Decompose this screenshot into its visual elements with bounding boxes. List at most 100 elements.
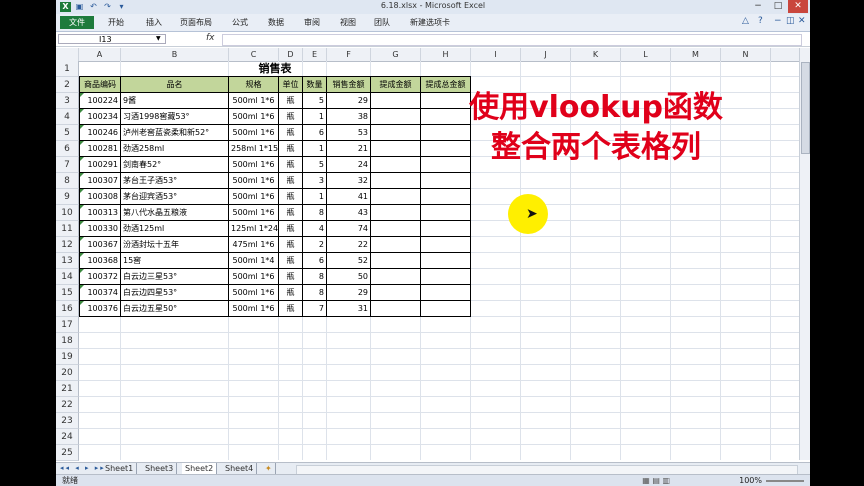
table-cell[interactable]: 瓶 bbox=[279, 141, 303, 157]
column-header-e[interactable]: E bbox=[303, 48, 327, 61]
table-cell[interactable]: 100234 bbox=[79, 109, 121, 125]
tab-view[interactable]: 视图 bbox=[340, 16, 356, 29]
table-cell[interactable] bbox=[371, 141, 421, 157]
table-cell[interactable]: 100330 bbox=[79, 221, 121, 237]
zoom-level[interactable]: 100% bbox=[739, 475, 762, 486]
table-title[interactable]: 销售表 bbox=[79, 61, 471, 77]
column-header-m[interactable]: M bbox=[671, 48, 721, 61]
table-cell[interactable]: 475ml 1*6 bbox=[229, 237, 279, 253]
table-cell[interactable]: 9酱 bbox=[121, 93, 229, 109]
column-header-i[interactable]: I bbox=[471, 48, 521, 61]
tab-formulas[interactable]: 公式 bbox=[232, 16, 248, 29]
row-header-9[interactable]: 9 bbox=[56, 189, 79, 205]
table-cell[interactable]: 100367 bbox=[79, 237, 121, 253]
row-header-10[interactable]: 10 bbox=[56, 205, 79, 221]
table-cell[interactable]: 茅台迎宾酒53° bbox=[121, 189, 229, 205]
table-header-cell[interactable]: 提成金额 bbox=[371, 77, 421, 93]
table-cell[interactable] bbox=[371, 205, 421, 221]
table-cell[interactable]: 100291 bbox=[79, 157, 121, 173]
row-header-12[interactable]: 12 bbox=[56, 237, 79, 253]
table-cell[interactable]: 22 bbox=[327, 237, 371, 253]
row-header-14[interactable]: 14 bbox=[56, 269, 79, 285]
table-cell[interactable]: 258ml 1*15 bbox=[229, 141, 279, 157]
table-header-cell[interactable]: 品名 bbox=[121, 77, 229, 93]
row-header-24[interactable]: 24 bbox=[56, 429, 79, 445]
table-cell[interactable] bbox=[371, 157, 421, 173]
row-header-22[interactable]: 22 bbox=[56, 397, 79, 413]
table-cell[interactable] bbox=[371, 93, 421, 109]
table-cell[interactable]: 500ml 1*6 bbox=[229, 285, 279, 301]
table-cell[interactable] bbox=[371, 125, 421, 141]
table-cell[interactable]: 100313 bbox=[79, 205, 121, 221]
table-cell[interactable]: 习酒1998窖藏53° bbox=[121, 109, 229, 125]
table-cell[interactable]: 瓶 bbox=[279, 237, 303, 253]
select-all-corner[interactable] bbox=[56, 48, 79, 61]
column-header-c[interactable]: C bbox=[229, 48, 279, 61]
table-cell[interactable] bbox=[421, 221, 471, 237]
table-cell[interactable]: 24 bbox=[327, 157, 371, 173]
minimize-icon[interactable]: − bbox=[748, 0, 768, 13]
table-cell[interactable] bbox=[421, 205, 471, 221]
table-cell[interactable]: 100372 bbox=[79, 269, 121, 285]
table-cell[interactable]: 500ml 1*6 bbox=[229, 301, 279, 317]
row-header-5[interactable]: 5 bbox=[56, 125, 79, 141]
column-header-l[interactable]: L bbox=[621, 48, 671, 61]
table-cell[interactable]: 劲酒258ml bbox=[121, 141, 229, 157]
table-cell[interactable]: 瓶 bbox=[279, 109, 303, 125]
name-box-dropdown-icon[interactable]: ▼ bbox=[156, 35, 161, 42]
row-header-17[interactable]: 17 bbox=[56, 317, 79, 333]
table-cell[interactable] bbox=[371, 285, 421, 301]
table-cell[interactable]: 1 bbox=[303, 109, 327, 125]
close-icon[interactable]: ✕ bbox=[788, 0, 808, 13]
table-cell[interactable]: 白云边三星53° bbox=[121, 269, 229, 285]
column-header-j[interactable]: J bbox=[521, 48, 571, 61]
table-cell[interactable]: 53 bbox=[327, 125, 371, 141]
table-cell[interactable]: 1 bbox=[303, 141, 327, 157]
row-header-23[interactable]: 23 bbox=[56, 413, 79, 429]
tab-review[interactable]: 审阅 bbox=[304, 16, 320, 29]
table-cell[interactable]: 29 bbox=[327, 285, 371, 301]
tab-data[interactable]: 数据 bbox=[268, 16, 284, 29]
table-cell[interactable]: 8 bbox=[303, 269, 327, 285]
table-cell[interactable]: 瓶 bbox=[279, 157, 303, 173]
workbook-close-icon[interactable]: ✕ bbox=[798, 16, 806, 26]
table-cell[interactable]: 5 bbox=[303, 93, 327, 109]
column-header-b[interactable]: B bbox=[121, 48, 229, 61]
table-cell[interactable]: 汾酒封坛十五年 bbox=[121, 237, 229, 253]
table-cell[interactable]: 100308 bbox=[79, 189, 121, 205]
table-cell[interactable]: 31 bbox=[327, 301, 371, 317]
table-cell[interactable] bbox=[371, 237, 421, 253]
insert-function-icon[interactable]: fx bbox=[206, 33, 215, 43]
table-cell[interactable]: 74 bbox=[327, 221, 371, 237]
row-header-2[interactable]: 2 bbox=[56, 77, 79, 93]
table-cell[interactable]: 500ml 1*6 bbox=[229, 189, 279, 205]
table-cell[interactable]: 100281 bbox=[79, 141, 121, 157]
tab-home[interactable]: 开始 bbox=[108, 16, 124, 29]
table-cell[interactable]: 剑南春52° bbox=[121, 157, 229, 173]
table-cell[interactable]: 43 bbox=[327, 205, 371, 221]
table-cell[interactable] bbox=[371, 189, 421, 205]
table-cell[interactable]: 52 bbox=[327, 253, 371, 269]
table-cell[interactable] bbox=[371, 109, 421, 125]
vertical-scrollbar[interactable] bbox=[799, 48, 810, 460]
table-cell[interactable]: 1 bbox=[303, 189, 327, 205]
row-header-25[interactable]: 25 bbox=[56, 445, 79, 461]
row-header-3[interactable]: 3 bbox=[56, 93, 79, 109]
table-cell[interactable] bbox=[371, 269, 421, 285]
row-header-6[interactable]: 6 bbox=[56, 141, 79, 157]
table-header-cell[interactable]: 商品编码 bbox=[79, 77, 121, 93]
vertical-scroll-thumb[interactable] bbox=[801, 62, 810, 154]
table-cell[interactable]: 100224 bbox=[79, 93, 121, 109]
row-header-19[interactable]: 19 bbox=[56, 349, 79, 365]
table-cell[interactable]: 15窖 bbox=[121, 253, 229, 269]
tab-file[interactable]: 文件 bbox=[60, 16, 94, 29]
table-cell[interactable]: 500ml 1*6 bbox=[229, 93, 279, 109]
table-cell[interactable]: 瓶 bbox=[279, 125, 303, 141]
table-cell[interactable]: 29 bbox=[327, 93, 371, 109]
table-cell[interactable]: 38 bbox=[327, 109, 371, 125]
table-cell[interactable]: 7 bbox=[303, 301, 327, 317]
formula-input[interactable] bbox=[222, 34, 802, 46]
table-cell[interactable] bbox=[421, 189, 471, 205]
table-cell[interactable]: 125ml 1*24 bbox=[229, 221, 279, 237]
column-header-k[interactable]: K bbox=[571, 48, 621, 61]
